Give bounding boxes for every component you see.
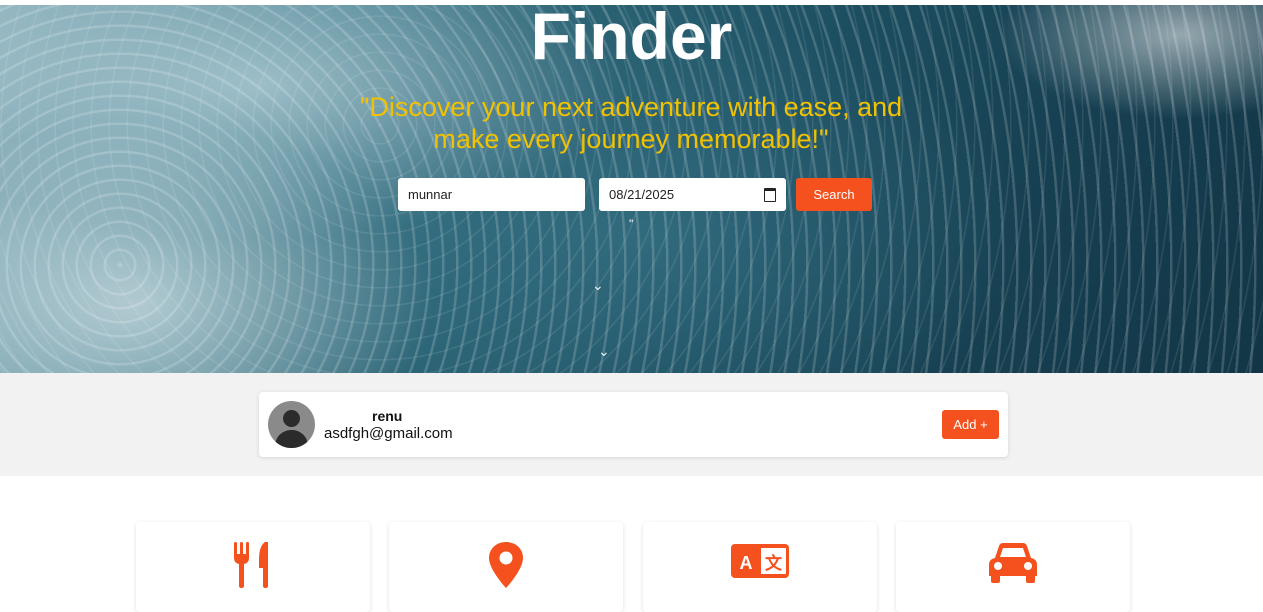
date-input[interactable]: 08/21/2025 — [599, 178, 786, 211]
translate-icon: A 文 — [731, 544, 789, 578]
svg-text:文: 文 — [765, 553, 783, 574]
seagull-icon: ⌄ — [598, 343, 610, 359]
add-button[interactable]: Add + — [942, 410, 999, 439]
hero-banner: ⌄ ⌄ Finder "Discover your next adventure… — [0, 5, 1263, 373]
stray-quote-mark: " — [629, 217, 634, 231]
hero-title: Finder — [530, 5, 733, 73]
hero-tagline: "Discover your next adventure with ease,… — [359, 92, 903, 154]
destination-input[interactable]: munnar — [398, 178, 585, 211]
seagull-icon: ⌄ — [592, 277, 604, 293]
location-pin-icon — [489, 542, 523, 588]
avatar — [268, 401, 315, 448]
feature-card-location[interactable] — [389, 522, 623, 612]
calendar-icon[interactable] — [764, 187, 776, 202]
user-name: renu — [372, 408, 403, 424]
feature-card-food[interactable] — [136, 522, 370, 612]
user-email: asdfgh@gmail.com — [324, 425, 453, 442]
date-value: 08/21/2025 — [609, 187, 675, 202]
feature-card-transport[interactable] — [896, 522, 1130, 612]
profile-card: renu asdfgh@gmail.com Add + — [259, 392, 1008, 457]
utensils-icon — [234, 542, 268, 588]
search-button[interactable]: Search — [796, 178, 872, 211]
feature-card-translate[interactable]: A 文 — [643, 522, 877, 612]
car-icon — [989, 543, 1037, 583]
svg-text:A: A — [740, 553, 753, 573]
